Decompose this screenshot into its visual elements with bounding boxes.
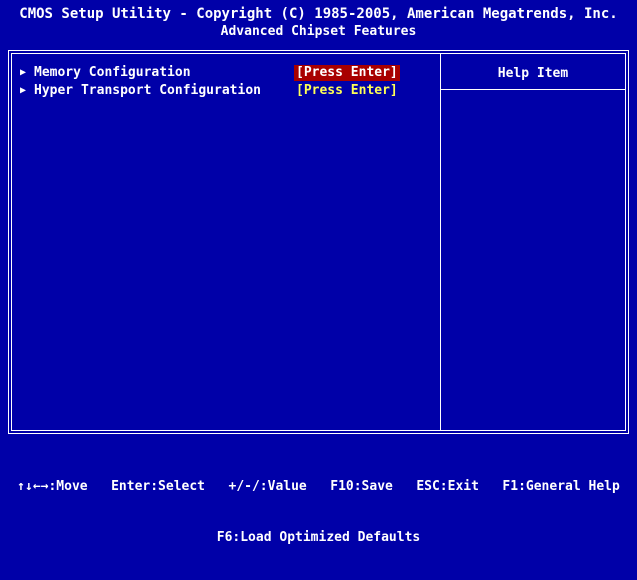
menu-list: ▶ Memory Configuration [Press Enter] ▶ H… — [20, 64, 430, 100]
key-help-line-1: ↑↓←→:Move Enter:Select +/-/:Value F10:Sa… — [17, 479, 620, 494]
menu-item-value[interactable]: [Press Enter] — [294, 65, 400, 81]
help-panel-title: Help Item — [497, 66, 569, 81]
header: CMOS Setup Utility - Copyright (C) 1985-… — [0, 6, 637, 40]
submenu-arrow-icon: ▶ — [20, 85, 27, 96]
submenu-arrow-icon: ▶ — [20, 67, 27, 78]
menu-item-hyper-transport-configuration[interactable]: ▶ Hyper Transport Configuration [Press E… — [20, 82, 430, 100]
key-help-footer: ↑↓←→:Move Enter:Select +/-/:Value F10:Sa… — [0, 444, 637, 580]
menu-item-label: Hyper Transport Configuration — [34, 83, 261, 98]
page-title: Advanced Chipset Features — [220, 24, 417, 39]
menu-item-value[interactable]: [Press Enter] — [294, 83, 400, 99]
menu-item-memory-configuration[interactable]: ▶ Memory Configuration [Press Enter] — [20, 64, 430, 82]
key-help-line-2: F6:Load Optimized Defaults — [216, 530, 421, 545]
utility-title: CMOS Setup Utility - Copyright (C) 1985-… — [19, 6, 618, 22]
panel-divider — [440, 54, 441, 430]
bios-screen: CMOS Setup Utility - Copyright (C) 1985-… — [0, 0, 637, 545]
menu-item-label: Memory Configuration — [34, 65, 191, 80]
main-frame — [8, 50, 629, 434]
help-divider — [441, 89, 625, 90]
